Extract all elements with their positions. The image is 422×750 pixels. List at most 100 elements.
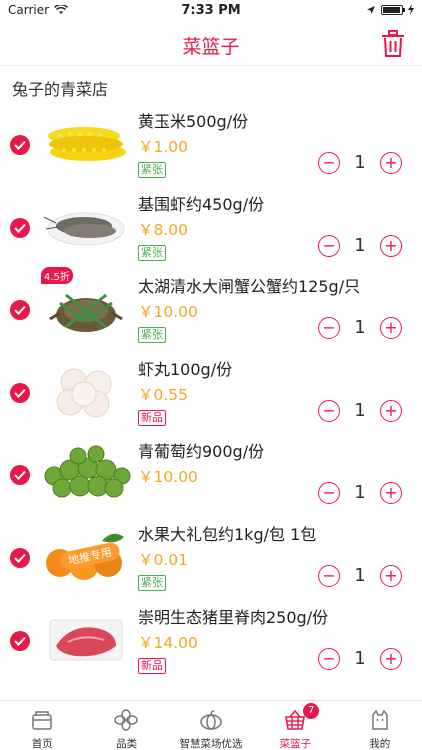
product-name[interactable]: 太湖清水大闸蟹公蟹约125g/只 bbox=[138, 273, 360, 297]
quantity-stepper: − 1 + bbox=[318, 399, 402, 422]
product-price: ￥14.00 bbox=[138, 633, 198, 652]
quantity-stepper: − 1 + bbox=[318, 564, 402, 587]
cart-item: 虾丸100g/份 ￥0.55 新品 − 1 + bbox=[0, 346, 422, 429]
product-image-shrimp-balls[interactable] bbox=[40, 358, 132, 422]
product-tag: 紧张 bbox=[138, 327, 166, 344]
tab-bar: 首页 品类 智慧菜场优选 7 菜篮子 我的 bbox=[0, 700, 422, 750]
product-name[interactable]: 青葡萄约900g/份 bbox=[138, 438, 264, 462]
quantity-value: 1 bbox=[354, 317, 366, 339]
decrease-button[interactable]: − bbox=[318, 317, 340, 340]
quantity-value: 1 bbox=[354, 647, 366, 669]
tab-label: 品类 bbox=[116, 738, 138, 750]
page-title: 菜篮子 bbox=[182, 36, 240, 58]
increase-button[interactable]: + bbox=[380, 564, 402, 587]
product-price: ￥0.55 bbox=[138, 385, 189, 404]
product-name[interactable]: 黄玉米500g/份 bbox=[138, 108, 248, 132]
nav-bar: 菜篮子 bbox=[0, 22, 422, 66]
product-tag: 紧张 bbox=[138, 162, 166, 178]
battery-icon bbox=[381, 4, 405, 15]
item-checkbox[interactable] bbox=[10, 382, 30, 403]
tab-category[interactable]: 品类 bbox=[84, 701, 168, 750]
quantity-stepper: − 1 + bbox=[318, 152, 402, 174]
cart-item: 4.5折 太湖清水大闸蟹公蟹约125g/只 ￥10.00 紧张 − 1 + bbox=[0, 263, 422, 346]
increase-button[interactable]: + bbox=[380, 399, 402, 422]
product-image-crab[interactable] bbox=[40, 275, 132, 339]
checkmark-icon bbox=[14, 388, 26, 398]
increase-button[interactable]: + bbox=[380, 482, 402, 505]
item-checkbox[interactable] bbox=[10, 135, 30, 155]
item-checkbox[interactable] bbox=[10, 630, 30, 651]
quantity-value: 1 bbox=[354, 564, 366, 586]
product-image-pork[interactable] bbox=[40, 606, 132, 670]
decrease-button[interactable]: − bbox=[318, 234, 340, 257]
product-tag: 紧张 bbox=[138, 574, 166, 591]
product-price: ￥0.01 bbox=[138, 550, 189, 569]
delete-button[interactable] bbox=[380, 30, 406, 58]
status-bar: Carrier 7:33 PM bbox=[0, 0, 422, 22]
tab-label: 智慧菜场优选 bbox=[179, 738, 243, 750]
checkmark-icon bbox=[14, 140, 26, 150]
product-name[interactable]: 基围虾约450g/份 bbox=[138, 191, 264, 215]
quantity-stepper: − 1 + bbox=[318, 234, 402, 257]
product-name[interactable]: 虾丸100g/份 bbox=[138, 356, 232, 380]
cart-item: 青葡萄约900g/份 ￥10.00 − 1 + bbox=[0, 428, 422, 511]
tab-label: 我的 bbox=[369, 738, 391, 750]
checkmark-icon bbox=[14, 223, 26, 233]
tab-basket[interactable]: 7 菜篮子 bbox=[253, 701, 337, 750]
tab-smart-market[interactable]: 智慧菜场优选 bbox=[169, 701, 253, 750]
quantity-stepper: − 1 + bbox=[318, 647, 402, 670]
quantity-value: 1 bbox=[354, 399, 366, 421]
quantity-stepper: − 1 + bbox=[318, 482, 402, 505]
product-name[interactable]: 崇明生态猪里脊肉250g/份 bbox=[138, 604, 328, 628]
checkmark-icon bbox=[14, 306, 26, 316]
decrease-button[interactable]: − bbox=[318, 564, 340, 587]
product-tag: 紧张 bbox=[138, 244, 166, 261]
tab-home[interactable]: 首页 bbox=[0, 701, 84, 750]
cat-icon bbox=[371, 709, 388, 730]
product-name[interactable]: 水果大礼包约1kg/包 1包 bbox=[138, 521, 316, 545]
product-image-grapes[interactable] bbox=[40, 440, 132, 504]
product-price: ￥10.00 bbox=[138, 303, 198, 322]
quantity-stepper: − 1 + bbox=[318, 317, 402, 340]
category-icon bbox=[114, 709, 139, 731]
product-tag: 新品 bbox=[138, 409, 166, 426]
decrease-button[interactable]: − bbox=[318, 647, 340, 670]
decrease-button[interactable]: − bbox=[318, 152, 340, 174]
location-icon bbox=[367, 5, 375, 14]
cart-item: 崇明生态猪里脊肉250g/份 ￥14.00 新品 − 1 + bbox=[0, 594, 422, 677]
checkmark-icon bbox=[14, 471, 26, 481]
discount-badge: 4.5折 bbox=[41, 267, 73, 285]
decrease-button[interactable]: − bbox=[318, 482, 340, 505]
pumpkin-icon bbox=[200, 710, 222, 730]
home-icon bbox=[32, 711, 52, 730]
product-image-corn[interactable] bbox=[40, 110, 132, 174]
checkmark-icon bbox=[14, 636, 26, 646]
charging-icon bbox=[408, 4, 414, 15]
product-price: ￥10.00 bbox=[138, 468, 198, 487]
increase-button[interactable]: + bbox=[380, 152, 402, 174]
cart-item: 黄玉米500g/份 ￥1.00 紧张 − 1 + bbox=[0, 98, 422, 181]
tab-label: 菜篮子 bbox=[279, 738, 312, 750]
product-tag: 新品 bbox=[138, 657, 166, 674]
product-image-fruit-pack[interactable]: 地推专用 bbox=[40, 523, 132, 587]
increase-button[interactable]: + bbox=[380, 317, 402, 340]
tab-profile[interactable]: 我的 bbox=[338, 701, 422, 750]
cart-item: 基围虾约450g/份 ￥8.00 紧张 − 1 + bbox=[0, 181, 422, 264]
cart-item-list: 黄玉米500g/份 ￥1.00 紧张 − 1 + 基围虾约450g/份 ￥8.0… bbox=[0, 98, 422, 676]
quantity-value: 1 bbox=[354, 234, 366, 256]
item-checkbox[interactable] bbox=[10, 547, 30, 568]
product-price: ￥8.00 bbox=[138, 220, 189, 239]
product-price: ￥1.00 bbox=[138, 138, 189, 156]
item-checkbox[interactable] bbox=[10, 217, 30, 238]
item-checkbox[interactable] bbox=[10, 465, 30, 486]
increase-button[interactable]: + bbox=[380, 647, 402, 670]
cart-item: 地推专用 水果大礼包约1kg/包 1包 ￥0.01 紧张 − 1 + bbox=[0, 511, 422, 594]
trash-icon bbox=[382, 30, 404, 57]
increase-button[interactable]: + bbox=[380, 234, 402, 257]
decrease-button[interactable]: − bbox=[318, 399, 340, 422]
cart-count-badge: 7 bbox=[303, 703, 320, 719]
product-image-shrimp[interactable] bbox=[40, 193, 132, 257]
item-checkbox[interactable] bbox=[10, 300, 30, 321]
tab-label: 首页 bbox=[31, 738, 53, 750]
checkmark-icon bbox=[14, 553, 26, 563]
